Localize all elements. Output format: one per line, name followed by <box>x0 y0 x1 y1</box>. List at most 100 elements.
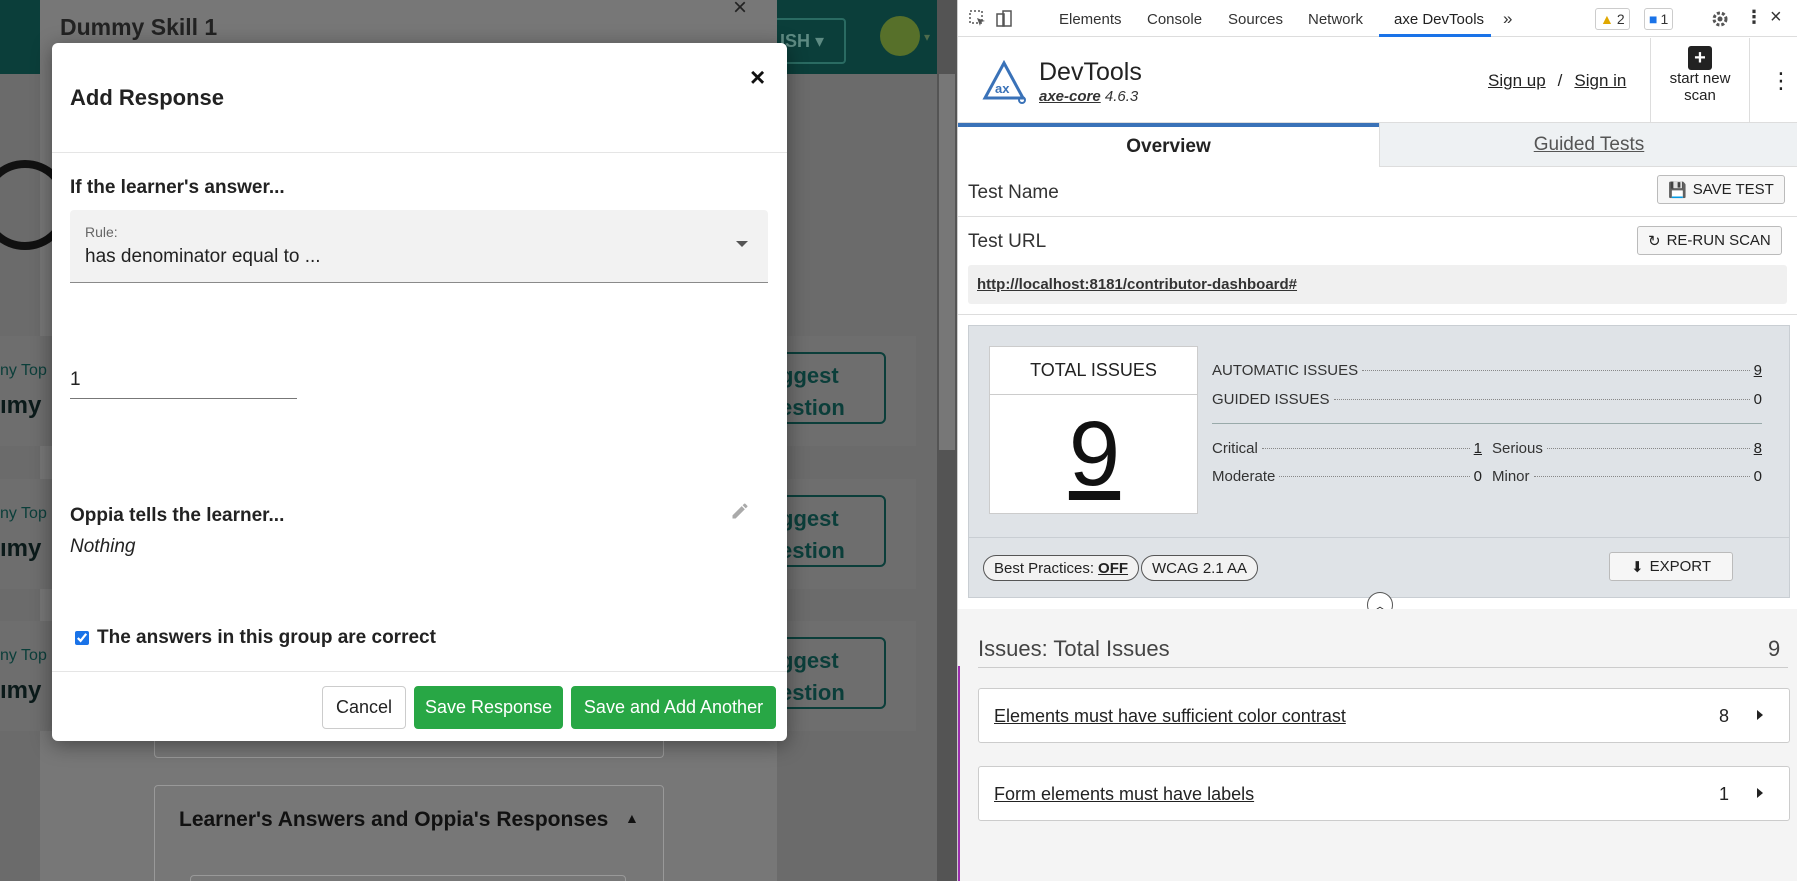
messages-badge[interactable]: ■ 1 <box>1644 8 1674 30</box>
auth-separator: / <box>1557 71 1563 90</box>
topic-label: ny Top <box>0 362 47 379</box>
avatar[interactable] <box>880 16 920 56</box>
test-url-label: Test URL <box>968 231 1047 252</box>
suggest-line-1: ggest <box>780 648 839 673</box>
axe-menu-icon[interactable]: ⋮ <box>1770 68 1792 94</box>
chevron-down-icon: ▾ <box>924 30 931 44</box>
denominator-input[interactable] <box>70 361 297 399</box>
minor-stat: Minor 0 <box>1492 468 1762 485</box>
modal-title: Add Response <box>70 85 225 110</box>
start-new-scan-button[interactable]: + start new scan <box>1650 38 1750 122</box>
axe-product-name: DevTools <box>1039 58 1142 86</box>
axe-core-link[interactable]: axe-core <box>1039 88 1101 105</box>
tab-sources[interactable]: Sources <box>1228 11 1283 28</box>
axe-core-version: axe-core 4.6.3 <box>1039 88 1138 105</box>
device-toolbar-icon[interactable] <box>994 9 1014 29</box>
background-close-icon[interactable]: × <box>733 0 747 22</box>
warning-icon: ▲ <box>1600 11 1614 27</box>
issue-title[interactable]: Elements must have sufficient color cont… <box>994 706 1346 727</box>
tab-axe-devtools[interactable]: axe DevTools <box>1394 11 1484 28</box>
summary-footer-divider <box>969 537 1789 538</box>
close-devtools-icon[interactable]: × <box>1770 6 1782 29</box>
export-label: EXPORT <box>1649 558 1711 575</box>
tab-network[interactable]: Network <box>1308 11 1363 28</box>
chevron-right-icon[interactable] <box>1757 788 1763 798</box>
download-icon: ⬇ <box>1631 558 1644 576</box>
save-response-button[interactable]: Save Response <box>414 686 563 729</box>
svg-text:ax: ax <box>995 81 1010 96</box>
serious-label: Serious <box>1492 440 1543 457</box>
rule-value: has denominator equal to ... <box>85 246 321 267</box>
dropdown-caret-icon <box>736 241 748 247</box>
issues-list: Issues: Total Issues 9 Elements must hav… <box>958 609 1797 881</box>
resize-handle[interactable] <box>958 666 960 881</box>
issues-divider <box>978 667 1788 668</box>
issue-title[interactable]: Form elements must have labels <box>994 784 1254 805</box>
answers-card-title: Learner's Answers and Oppia's Responses <box>179 808 609 831</box>
automatic-issues-value[interactable]: 9 <box>1754 362 1762 379</box>
export-button[interactable]: ⬇ EXPORT <box>1609 552 1733 581</box>
correct-answers-checkbox-row[interactable]: The answers in this group are correct <box>75 627 436 649</box>
refresh-icon: ↻ <box>1648 232 1661 250</box>
serious-value[interactable]: 8 <box>1754 440 1762 457</box>
critical-value[interactable]: 1 <box>1474 440 1482 457</box>
pencil-icon[interactable] <box>730 501 750 521</box>
moderate-value: 0 <box>1473 468 1482 485</box>
background-inner-card <box>190 875 626 881</box>
tab-overview[interactable]: Overview <box>958 123 1379 167</box>
feedback-value: Nothing <box>70 536 136 557</box>
tab-elements[interactable]: Elements <box>1059 11 1122 28</box>
warnings-badge[interactable]: ▲ 2 <box>1595 8 1630 30</box>
settings-gear-icon[interactable] <box>1710 9 1730 29</box>
divider <box>52 671 787 672</box>
new-scan-label-1: start new <box>1669 70 1731 87</box>
add-scan-icon: + <box>1688 46 1712 70</box>
oppia-tells-label: Oppia tells the learner... <box>70 505 285 526</box>
issue-item[interactable]: Elements must have sufficient color cont… <box>978 688 1790 743</box>
save-test-label: SAVE TEST <box>1692 181 1774 198</box>
sign-in-link[interactable]: Sign in <box>1574 71 1626 90</box>
axe-logo-icon: ax <box>982 60 1026 104</box>
total-issues-count[interactable]: 9 <box>990 402 1199 507</box>
best-practices-toggle[interactable]: Best Practices: OFF <box>983 555 1140 581</box>
save-and-add-another-button[interactable]: Save and Add Another <box>571 686 776 729</box>
if-learner-answer-label: If the learner's answer... <box>70 177 285 198</box>
moderate-stat: Moderate 0 <box>1212 468 1482 485</box>
message-icon: ■ <box>1649 11 1658 27</box>
chevron-right-icon[interactable] <box>1757 710 1763 720</box>
issue-item[interactable]: Form elements must have labels 1 <box>978 766 1790 821</box>
page-scrollbar-thumb[interactable] <box>939 74 955 450</box>
issue-count: 8 <box>1719 706 1730 726</box>
sign-up-link[interactable]: Sign up <box>1488 71 1546 90</box>
save-test-button[interactable]: 💾 SAVE TEST <box>1657 175 1785 204</box>
warnings-count: 2 <box>1616 11 1625 27</box>
more-tabs-icon[interactable]: » <box>1503 9 1512 29</box>
issues-summary: TOTAL ISSUES 9 AUTOMATIC ISSUES 9 GUIDED … <box>968 325 1790 598</box>
test-name-row: Test Name 💾 SAVE TEST <box>958 167 1797 217</box>
test-name-label: Test Name <box>968 182 1059 203</box>
inspect-element-icon[interactable] <box>968 9 988 29</box>
correct-answers-checkbox[interactable] <box>75 631 89 645</box>
axe-tabs: Overview Guided Tests <box>958 123 1797 167</box>
messages-count: 1 <box>1660 11 1669 27</box>
close-icon[interactable]: × <box>750 57 765 97</box>
chevron-up-icon[interactable]: ▲ <box>625 810 639 826</box>
rule-select[interactable]: Rule: has denominator equal to ... <box>70 210 768 283</box>
topic-label: ny Top <box>0 647 47 664</box>
moderate-label: Moderate <box>1212 468 1276 485</box>
tab-guided-tests[interactable]: Guided Tests <box>1379 123 1797 167</box>
rerun-scan-button[interactable]: ↻ RE-RUN SCAN <box>1637 226 1782 255</box>
issues-count: 9 <box>1768 636 1781 661</box>
tab-console[interactable]: Console <box>1147 11 1202 28</box>
devtools-menu-icon[interactable]: ⋮ <box>1745 7 1763 28</box>
summary-divider <box>1212 423 1762 424</box>
automatic-issues-label: AUTOMATIC ISSUES <box>1212 362 1359 379</box>
cancel-button[interactable]: Cancel <box>322 686 406 729</box>
wcag-level-pill[interactable]: WCAG 2.1 AA <box>1141 555 1259 581</box>
devtools-panel: Elements Console Sources Network axe Dev… <box>957 0 1797 881</box>
devtools-tabbar: Elements Console Sources Network axe Dev… <box>958 0 1797 37</box>
suggest-line-1: ggest <box>780 363 839 388</box>
save-icon: 💾 <box>1668 181 1687 199</box>
test-url-link[interactable]: http://localhost:8181/contributor-dashbo… <box>968 265 1787 304</box>
answers-responses-card[interactable]: Learner's Answers and Oppia's Responses … <box>154 785 664 881</box>
